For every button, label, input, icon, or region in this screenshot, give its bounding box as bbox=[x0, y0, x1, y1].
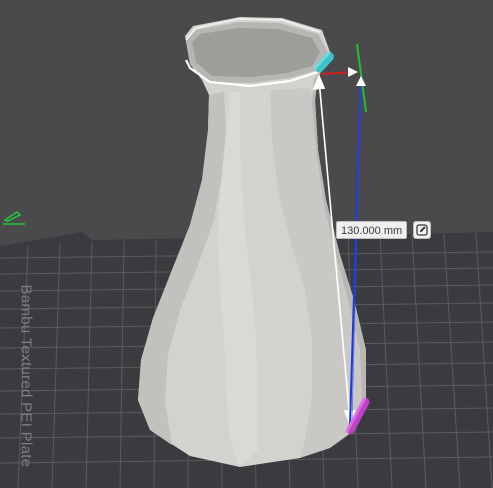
measure-start-arrow bbox=[356, 76, 366, 86]
measurement-readout: 130.000 mm bbox=[336, 221, 432, 239]
x-axis-gizmo[interactable] bbox=[321, 67, 358, 77]
3d-scene[interactable] bbox=[0, 0, 493, 488]
distance-value[interactable]: 130.000 mm bbox=[336, 221, 408, 239]
plate-name-label: Bambu Textured PEI Plate bbox=[17, 284, 35, 468]
3d-viewport[interactable]: Bambu Textured PEI Plate 130.000 mm bbox=[0, 0, 493, 488]
edit-pencil-icon bbox=[416, 224, 428, 236]
edit-measurement-button[interactable] bbox=[413, 221, 432, 239]
plate-edit-icon[interactable] bbox=[3, 210, 25, 225]
